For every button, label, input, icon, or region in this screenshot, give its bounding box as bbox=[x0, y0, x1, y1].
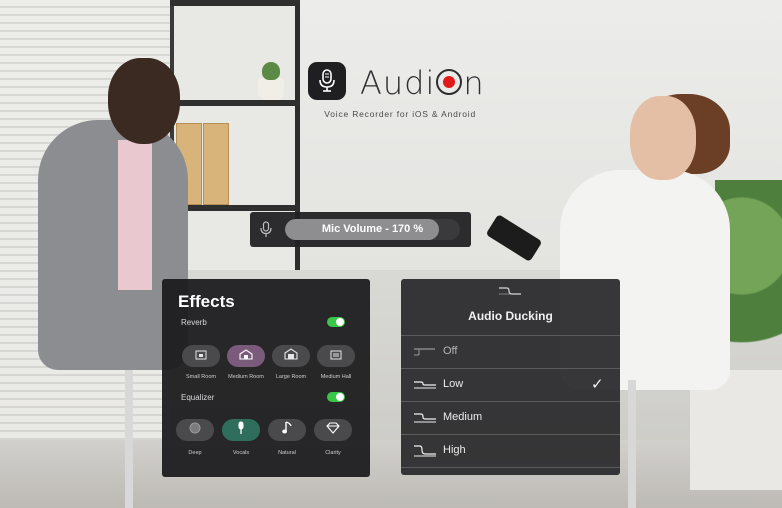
reverb-medium-room-button[interactable] bbox=[227, 345, 265, 367]
equalizer-toggle[interactable] bbox=[327, 392, 345, 402]
music-note-icon bbox=[281, 420, 293, 440]
stool-leg bbox=[125, 370, 133, 508]
microphone-icon bbox=[308, 62, 346, 100]
ducking-option-low[interactable]: Low ✓ bbox=[401, 369, 620, 401]
reverb-large-room-button[interactable] bbox=[272, 345, 310, 367]
vocals-mic-icon bbox=[236, 421, 246, 440]
ducking-high-icon bbox=[413, 444, 437, 462]
binder bbox=[203, 123, 229, 205]
large-room-icon bbox=[284, 347, 298, 365]
ducking-option-label: Low bbox=[443, 378, 464, 390]
ducking-off-icon bbox=[413, 345, 437, 363]
ducking-option-label: Off bbox=[443, 345, 458, 357]
eq-deep-button[interactable] bbox=[176, 419, 214, 441]
plant-leaves bbox=[262, 62, 280, 80]
app-tagline: Voice Recorder for iOS & Android bbox=[324, 109, 476, 119]
ducking-option-label: Medium bbox=[443, 411, 483, 423]
effects-title: Effects bbox=[178, 292, 235, 311]
brand-header: Audi n Voice Recorder for iOS & Android bbox=[308, 62, 508, 122]
ducking-option-high[interactable]: High bbox=[401, 435, 620, 467]
pink-shirt bbox=[118, 140, 152, 290]
eq-natural-label: Natural bbox=[278, 450, 296, 456]
mic-volume-control: Mic Volume - 170 % bbox=[250, 212, 471, 247]
ducking-curve-icon bbox=[498, 284, 522, 302]
floor bbox=[0, 440, 782, 508]
audio-ducking-panel: Audio Ducking Off Low ✓ Medium High bbox=[401, 279, 620, 475]
small-room-icon bbox=[195, 347, 207, 365]
reverb-medium-hall-label: Medium Hall bbox=[320, 374, 352, 380]
ducking-medium-icon bbox=[413, 411, 437, 429]
reverb-label: Reverb bbox=[181, 318, 207, 327]
shelf-board bbox=[170, 205, 300, 211]
reverb-small-room-button[interactable] bbox=[182, 345, 220, 367]
record-dot-logo bbox=[436, 69, 463, 95]
plant-pot bbox=[258, 78, 284, 100]
man-head bbox=[108, 58, 180, 144]
audio-ducking-title: Audio Ducking bbox=[468, 309, 553, 323]
reverb-toggle[interactable] bbox=[327, 317, 345, 327]
eq-natural-button[interactable] bbox=[268, 419, 306, 441]
eq-vocals-button[interactable] bbox=[222, 419, 260, 441]
divider bbox=[401, 467, 620, 468]
mic-volume-slider[interactable]: Mic Volume - 170 % bbox=[285, 219, 460, 240]
medium-hall-icon bbox=[330, 347, 342, 365]
deep-icon bbox=[189, 421, 201, 439]
ducking-option-medium[interactable]: Medium bbox=[401, 402, 620, 434]
ducking-option-label: High bbox=[443, 444, 466, 456]
microphone-icon bbox=[260, 221, 272, 243]
eq-clarity-button[interactable] bbox=[314, 419, 352, 441]
reverb-medium-hall-button[interactable] bbox=[317, 345, 355, 367]
checkmark-icon: ✓ bbox=[591, 376, 604, 393]
equalizer-label: Equalizer bbox=[181, 393, 215, 402]
eq-deep-label: Deep bbox=[188, 450, 202, 456]
medium-room-icon bbox=[239, 347, 253, 365]
diamond-icon bbox=[326, 421, 340, 439]
ducking-low-icon bbox=[413, 378, 437, 396]
stool-leg bbox=[628, 380, 636, 508]
eq-vocals-label: Vocals bbox=[232, 450, 250, 456]
app-name: Audi n bbox=[360, 64, 485, 102]
shelf-board bbox=[170, 0, 300, 6]
eq-clarity-label: Clarity bbox=[325, 450, 341, 456]
woman-head bbox=[630, 96, 696, 180]
ducking-option-off[interactable]: Off bbox=[401, 336, 620, 368]
effects-panel: Effects Reverb Small Room Medium Room La… bbox=[162, 279, 370, 477]
shelf-board bbox=[170, 100, 300, 106]
mic-volume-label: Mic Volume - 170 % bbox=[321, 223, 424, 235]
